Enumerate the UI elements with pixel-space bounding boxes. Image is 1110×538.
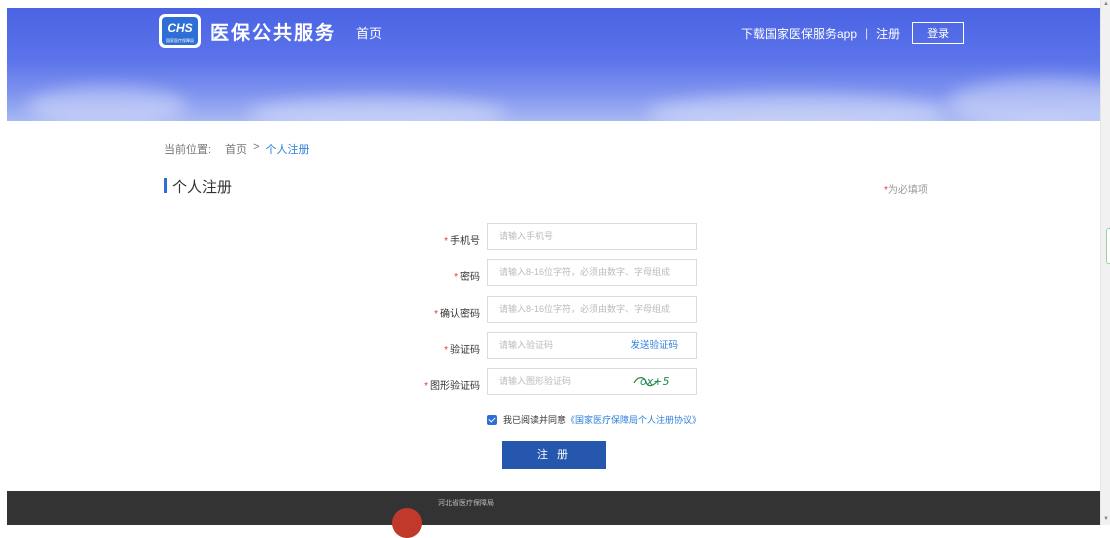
logo-subtext: 国家医疗保障局: [166, 38, 194, 43]
register-submit-button[interactable]: 注 册: [502, 441, 606, 469]
scroll-down-arrow-icon[interactable]: ▼: [1102, 515, 1110, 523]
breadcrumb: 当前位置: 首页 > 个人注册: [164, 141, 310, 157]
phone-label: * 手机号: [350, 232, 480, 247]
side-feedback-tab[interactable]: [1106, 228, 1110, 264]
breadcrumb-label: 当前位置:: [164, 144, 212, 156]
scroll-up-arrow-icon[interactable]: ▲: [1102, 0, 1110, 8]
sms-code-input[interactable]: 请输入验证码 发送验证码: [487, 332, 697, 359]
required-asterisk: *: [424, 381, 428, 392]
site-logo[interactable]: CHS 国家医疗保障局: [159, 14, 201, 48]
title-accent-bar: [164, 178, 167, 193]
captcha-input[interactable]: 请输入图形验证码 ox+5: [487, 368, 697, 395]
header-actions: 下载国家医保服务app | 注册 登录: [741, 22, 965, 44]
required-note-text: 为必填项: [887, 185, 928, 196]
send-code-button[interactable]: 发送验证码: [630, 333, 678, 358]
agreement-text: 我已阅读并同意: [503, 415, 567, 425]
phone-placeholder: 请输入手机号: [499, 231, 554, 241]
login-button[interactable]: 登录: [912, 22, 965, 44]
password-placeholder: 请输入8-16位字符，必须由数字、字母组成: [499, 267, 671, 277]
password-input[interactable]: 请输入8-16位字符，必须由数字、字母组成: [487, 259, 697, 286]
sms-code-placeholder: 请输入验证码: [499, 340, 554, 350]
agreement-row: 我已阅读并同意 《国家医疗保障局个人注册协议》: [487, 413, 701, 426]
agreement-checkbox[interactable]: [487, 414, 497, 425]
cloud-decoration: [947, 78, 1100, 121]
password-label-text: 密码: [460, 272, 480, 283]
required-asterisk: *: [434, 309, 438, 320]
required-note: *为必填项: [884, 181, 928, 196]
site-title[interactable]: 医保公共服务: [210, 18, 336, 45]
breadcrumb-arrow-icon: >: [253, 141, 260, 153]
captcha-placeholder: 请输入图形验证码: [499, 376, 572, 386]
captcha-image[interactable]: ox+5: [632, 372, 674, 390]
nav-home-link[interactable]: 首页: [356, 23, 382, 42]
confirm-password-input[interactable]: 请输入8-16位字符，必须由数字、字母组成: [487, 296, 697, 323]
captcha-label: * 图形验证码: [350, 377, 480, 392]
header-separator: |: [865, 26, 869, 40]
logo-text: CHS: [167, 21, 193, 35]
captcha-text: ox+5: [640, 375, 669, 388]
cloud-decoration: [647, 93, 947, 121]
breadcrumb-home-link[interactable]: 首页: [225, 141, 247, 157]
cloud-decoration: [27, 86, 187, 121]
sms-code-label: * 验证码: [350, 341, 480, 356]
register-link[interactable]: 注册: [876, 25, 900, 42]
page-title: 个人注册: [172, 179, 233, 196]
phone-input[interactable]: 请输入手机号: [487, 223, 697, 250]
required-asterisk: *: [454, 272, 458, 283]
confirm-password-label-text: 确认密码: [440, 309, 480, 320]
confirm-password-placeholder: 请输入8-16位字符，必须由数字、字母组成: [499, 304, 671, 314]
required-asterisk: *: [444, 345, 448, 356]
download-app-link[interactable]: 下载国家医保服务app: [741, 25, 857, 42]
logo-mark: CHS 国家医疗保障局: [162, 17, 198, 45]
required-asterisk: *: [444, 236, 448, 247]
emblem-icon: [392, 508, 422, 538]
footer-org-name: 河北省医疗保障局: [438, 500, 494, 507]
breadcrumb-current: 个人注册: [265, 144, 310, 156]
left-edge: [0, 0, 7, 525]
phone-label-text: 手机号: [450, 236, 480, 247]
footer: 河北省医疗保障局: [7, 491, 1100, 538]
sms-code-label-text: 验证码: [450, 345, 480, 356]
cloud-decoration: [247, 96, 507, 121]
password-label: * 密码: [350, 268, 480, 283]
agreement-link[interactable]: 《国家医疗保障局个人注册协议》: [566, 413, 701, 426]
confirm-password-label: * 确认密码: [350, 305, 480, 320]
captcha-label-text: 图形验证码: [430, 381, 480, 392]
